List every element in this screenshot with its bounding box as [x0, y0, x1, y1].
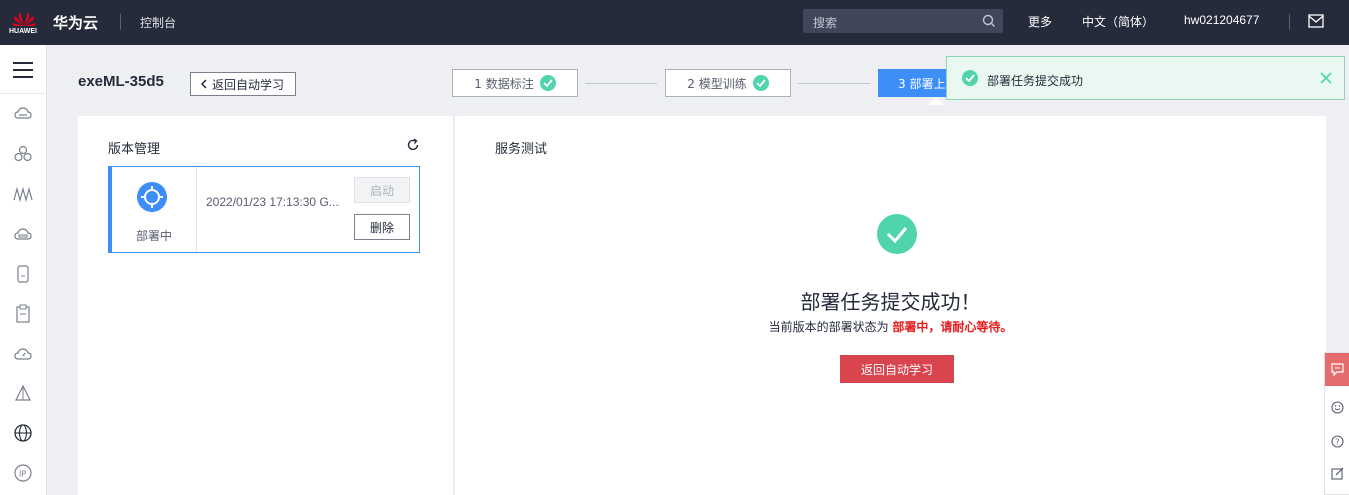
waveform-icon[interactable] — [13, 184, 33, 204]
chat-icon — [1331, 363, 1344, 376]
check-circle-icon — [752, 75, 769, 91]
mobile-device-icon[interactable] — [13, 264, 33, 284]
user-account[interactable]: hw021204677 — [1184, 13, 1259, 27]
brand-name[interactable]: 华为云 — [53, 12, 98, 33]
page-title: exeML-35d5 — [78, 73, 164, 90]
step-data-labeling[interactable]: 1 数据标注 — [452, 69, 578, 97]
success-check-icon — [877, 214, 917, 254]
panel-title: 版本管理 — [108, 142, 161, 157]
deploying-status-icon — [137, 182, 167, 212]
deploy-status-text: 当前版本的部署状态为 部署中，请耐心等待。 — [455, 318, 1326, 335]
step-pointer — [928, 97, 944, 105]
left-sidebar: IP — [0, 45, 47, 495]
back-button-label: 返回自动学习 — [212, 77, 285, 92]
more-menu[interactable]: 更多 — [1028, 13, 1052, 30]
delete-button[interactable]: 删除 — [354, 214, 410, 240]
cloud-disk-icon[interactable] — [13, 224, 33, 244]
step-connector — [798, 83, 870, 84]
step-label: 2 模型训练 — [687, 76, 747, 91]
step-deploy[interactable]: 3 部署上 — [878, 69, 948, 97]
cluster-icon[interactable] — [13, 144, 33, 164]
close-icon[interactable] — [1319, 71, 1333, 85]
ip-address-icon[interactable]: IP — [13, 463, 33, 483]
step-model-training[interactable]: 2 模型训练 — [665, 69, 791, 97]
cloud-server-icon[interactable] — [13, 104, 33, 124]
return-automl-button[interactable]: 返回自动学习 — [840, 355, 954, 383]
search-icon[interactable] — [981, 13, 997, 29]
logo-text: HUAWEI — [9, 28, 37, 35]
top-navigation-bar: HUAWEI 华为云 控制台 搜索 更多 中文（简体） hw021204677 — [0, 0, 1349, 45]
service-test-panel: 服务测试 部署任务提交成功！ 当前版本的部署状态为 部署中，请耐心等待。 返回自… — [455, 116, 1326, 495]
panel-title: 服务测试 — [495, 142, 548, 157]
version-timestamp: 2022/01/23 17:13:30 G... — [206, 195, 339, 209]
step-connector — [585, 83, 657, 84]
document-icon[interactable] — [13, 304, 33, 324]
edit-note-icon[interactable] — [1331, 467, 1344, 480]
status-highlight: 部署中，请耐心等待。 — [892, 320, 1013, 334]
language-selector[interactable]: 中文（简体） — [1082, 13, 1154, 30]
success-title: 部署任务提交成功！ — [800, 290, 981, 314]
step-label: 1 数据标注 — [474, 76, 534, 91]
step-label: 3 部署上 — [898, 76, 946, 91]
search-box[interactable]: 搜索 — [803, 9, 1003, 33]
refresh-icon[interactable] — [406, 138, 420, 152]
hamburger-menu-icon[interactable] — [13, 61, 33, 79]
svg-text:IP: IP — [19, 470, 26, 479]
start-button[interactable]: 启动 — [354, 177, 410, 203]
feedback-smile-icon[interactable] — [1331, 401, 1344, 414]
divider — [0, 93, 47, 94]
console-link[interactable]: 控制台 — [140, 14, 176, 31]
toast-message: 部署任务提交成功 — [987, 74, 1084, 88]
search-input[interactable]: 搜索 — [813, 14, 837, 31]
check-circle-icon — [539, 75, 556, 91]
version-card[interactable]: 部署中 2022/01/23 17:13:30 G... 启动 删除 — [108, 166, 420, 253]
chat-button[interactable] — [1325, 353, 1349, 386]
pyramid-icon[interactable] — [13, 384, 33, 404]
mail-icon[interactable] — [1308, 14, 1324, 28]
success-icon — [962, 70, 978, 86]
success-toast: 部署任务提交成功 — [946, 56, 1345, 100]
divider — [120, 14, 121, 30]
help-icon[interactable]: ? — [1331, 435, 1344, 448]
svg-text:?: ? — [1335, 438, 1339, 447]
floating-toolbar: ? — [1324, 352, 1349, 495]
cloud-dashboard-icon[interactable] — [13, 344, 33, 364]
divider — [1289, 14, 1290, 30]
back-to-automl-button[interactable]: 返回自动学习 — [190, 72, 296, 96]
divider — [196, 167, 197, 252]
chevron-left-icon — [200, 79, 207, 89]
status-prefix: 当前版本的部署状态为 — [768, 320, 893, 334]
globe-icon[interactable] — [13, 423, 33, 443]
version-management-panel: 版本管理 部署中 2022/01/23 17:13:30 G... 启动 删除 — [78, 116, 454, 495]
version-status: 部署中 — [135, 229, 172, 243]
